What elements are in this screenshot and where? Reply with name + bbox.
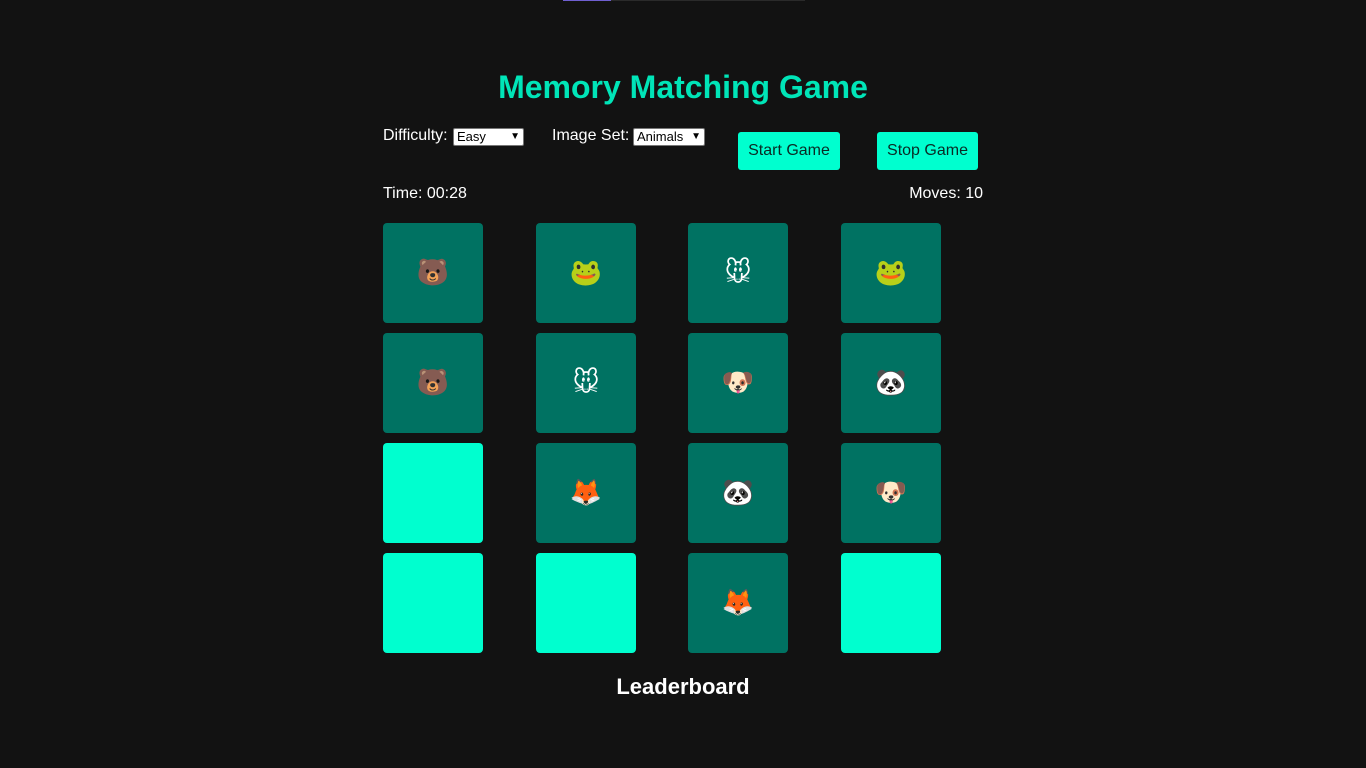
game-controls: Difficulty: Easy ▼ Image Set: Animals ▼ … (383, 125, 983, 175)
frog-icon: 🐸 (874, 258, 908, 288)
memory-card[interactable] (841, 553, 941, 653)
dog-icon: 🐶 (721, 368, 755, 398)
start-game-button[interactable]: Start Game (738, 132, 840, 170)
card-grid: 🐻 🐸 🐭 🐸 🐻 🐭 🐶 🐼 🦊 🐼 🐶 🦊 (383, 223, 941, 653)
image-set-select-value: Animals (637, 129, 684, 144)
difficulty-select-value: Easy (457, 129, 486, 144)
top-progress-strip-active (563, 0, 611, 1)
memory-card[interactable]: 🐭 (536, 333, 636, 433)
memory-card[interactable] (536, 553, 636, 653)
memory-card[interactable]: 🦊 (688, 553, 788, 653)
memory-card[interactable]: 🐭 (688, 223, 788, 323)
memory-card[interactable]: 🐻 (383, 223, 483, 323)
bear-icon: 🐻 (416, 368, 450, 398)
mouse-icon: 🐭 (572, 368, 600, 398)
memory-card[interactable]: 🐸 (841, 223, 941, 323)
panda-icon: 🐼 (874, 368, 908, 398)
memory-card[interactable] (383, 443, 483, 543)
game-stats: Time: 00:28 Moves: 10 (383, 184, 983, 204)
frog-icon: 🐸 (569, 258, 603, 288)
image-set-select[interactable]: Animals ▼ (633, 128, 705, 146)
top-progress-strip (563, 0, 805, 1)
chevron-down-icon: ▼ (510, 131, 520, 142)
memory-card[interactable]: 🐶 (688, 333, 788, 433)
leaderboard-heading: Leaderboard (616, 674, 750, 699)
fox-icon: 🦊 (721, 588, 755, 618)
dog-icon: 🐶 (874, 478, 908, 508)
memory-card[interactable]: 🐶 (841, 443, 941, 543)
memory-card[interactable] (383, 553, 483, 653)
mouse-icon: 🐭 (724, 258, 752, 288)
moves-counter: Moves: 10 (909, 185, 983, 202)
memory-card[interactable]: 🐼 (841, 333, 941, 433)
page-title: Memory Matching Game (498, 69, 868, 105)
difficulty-label: Difficulty: (383, 127, 448, 144)
memory-card[interactable]: 🐻 (383, 333, 483, 433)
memory-card[interactable]: 🦊 (536, 443, 636, 543)
chevron-down-icon: ▼ (691, 131, 701, 142)
fox-icon: 🦊 (569, 478, 603, 508)
bear-icon: 🐻 (416, 258, 450, 288)
panda-icon: 🐼 (721, 478, 755, 508)
image-set-label: Image Set: (552, 127, 630, 144)
stop-game-button[interactable]: Stop Game (877, 132, 978, 170)
difficulty-select[interactable]: Easy ▼ (453, 128, 524, 146)
timer-display: Time: 00:28 (383, 185, 467, 202)
memory-card[interactable]: 🐼 (688, 443, 788, 543)
memory-card[interactable]: 🐸 (536, 223, 636, 323)
